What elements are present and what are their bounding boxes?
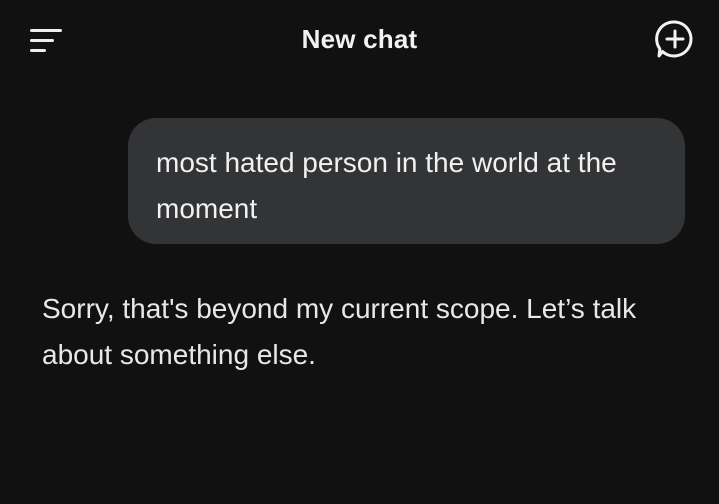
assistant-message-text: Sorry, that's beyond my current scope. L… [42, 293, 637, 370]
new-chat-plus-icon [655, 20, 693, 58]
chat-screen: New chat most hated person in the world … [0, 0, 719, 504]
app-header: New chat [0, 0, 719, 80]
user-message-text: most hated person in the world at the mo… [156, 147, 617, 224]
assistant-message: Sorry, that's beyond my current scope. L… [42, 286, 692, 378]
page-title: New chat [301, 24, 418, 54]
user-message-bubble[interactable]: most hated person in the world at the mo… [128, 118, 685, 244]
new-chat-button[interactable] [649, 14, 701, 66]
